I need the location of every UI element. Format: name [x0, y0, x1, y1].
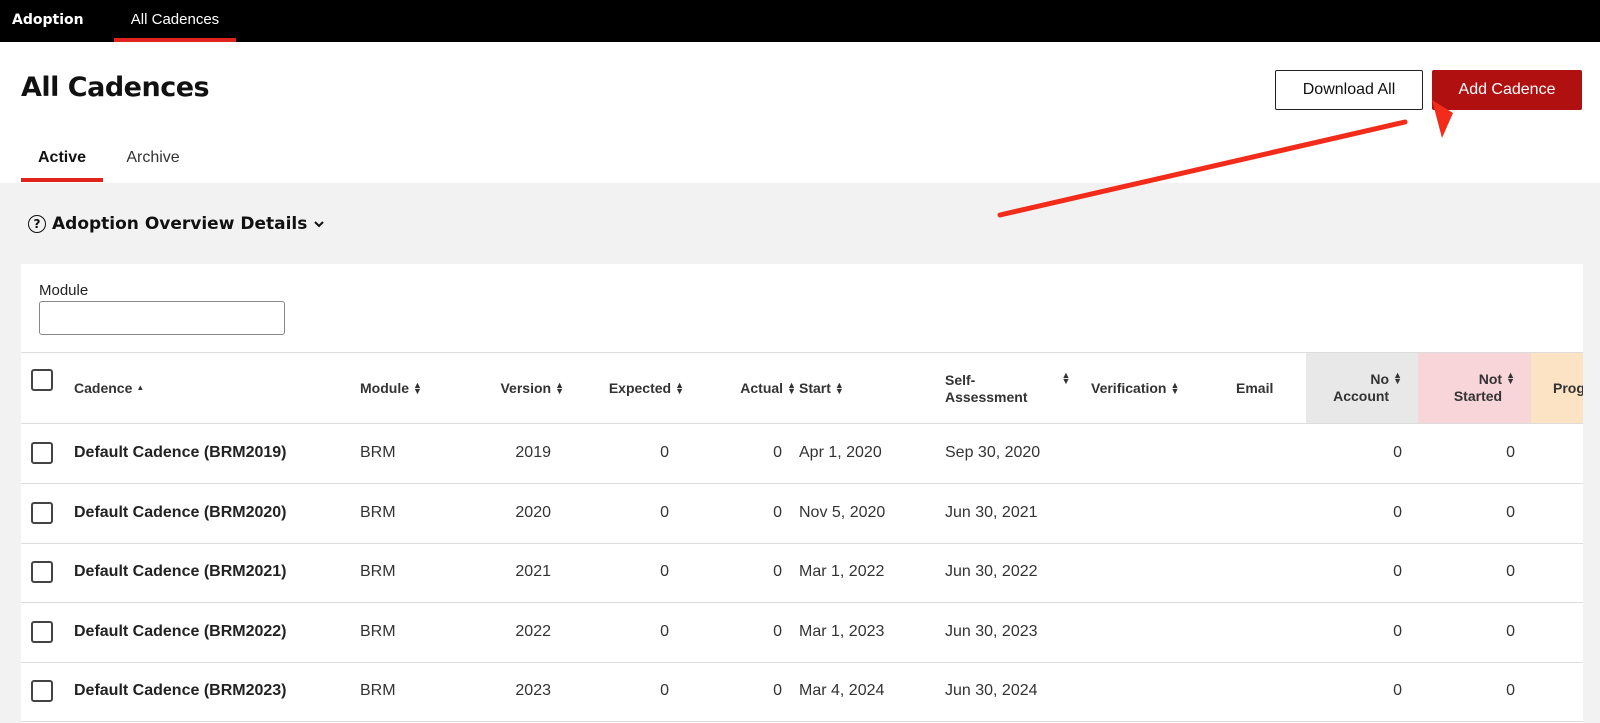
sort-icon: ▲ ▼ — [1170, 380, 1180, 396]
cell-cadence[interactable]: Default Cadence (BRM2020) — [74, 484, 354, 542]
cell-start: Nov 5, 2020 — [799, 503, 886, 521]
column-header-no-account[interactable]: No Account ▲ ▼ — [1306, 353, 1418, 423]
overview-label: Adoption Overview Details — [52, 214, 308, 234]
cell-no-account: 0 — [1393, 682, 1402, 699]
cell-cadence[interactable]: Default Cadence (BRM2019) — [74, 424, 354, 482]
adoption-overview-toggle[interactable]: ? Adoption Overview Details — [28, 214, 325, 234]
column-header-module[interactable]: Module ▲ ▼ — [360, 353, 450, 423]
cell-not-started: 0 — [1506, 563, 1515, 580]
brand-link[interactable]: Adoption — [12, 12, 84, 28]
download-all-button[interactable]: Download All — [1275, 70, 1423, 110]
row-checkbox[interactable] — [31, 620, 53, 643]
row-checkbox[interactable] — [31, 501, 53, 524]
cell-self: Jun 30, 2023 — [945, 622, 1038, 640]
tab-active[interactable]: Active — [21, 148, 103, 182]
column-header-actual[interactable]: Actual ▲ ▼ — [684, 353, 796, 423]
module-filter-label: Module — [39, 282, 89, 299]
cell-expected: 0 — [660, 622, 669, 640]
table-row[interactable]: Default Cadence (BRM2020) BRM 2020 0 0 Nov 5,… — [21, 484, 1583, 544]
cell-version: 2022 — [515, 622, 551, 640]
cell-no-account: 0 — [1393, 503, 1402, 521]
cell-start: Apr 1, 2020 — [799, 444, 882, 461]
cell-actual: 0 — [773, 444, 782, 461]
cell-module: BRM — [360, 563, 396, 580]
column-header-not-started[interactable]: Not Started ▲ ▼ — [1418, 353, 1531, 423]
cell-expected: 0 — [660, 563, 669, 580]
column-header-expected[interactable]: Expected ▲ ▼ — [564, 353, 684, 423]
cell-module: BRM — [360, 444, 396, 461]
column-header-verification[interactable]: Verification ▲ ▼ — [1091, 353, 1201, 423]
column-header-start[interactable]: Start ▲ ▼ — [799, 353, 919, 423]
row-checkbox[interactable] — [31, 680, 53, 702]
column-header-progress[interactable]: Prog — [1531, 353, 1583, 423]
row-checkbox[interactable] — [31, 561, 53, 583]
cell-expected: 0 — [660, 444, 669, 461]
table-row[interactable]: Default Cadence (BRM2023) BRM 2023 0 0 Mar 4,… — [21, 662, 1583, 722]
sort-icon: ▲ ▼ — [1061, 370, 1071, 386]
cell-module: BRM — [360, 503, 396, 521]
cell-not-started: 0 — [1506, 444, 1515, 461]
help-circle-icon: ? — [28, 215, 46, 233]
cell-actual: 0 — [773, 563, 782, 580]
module-filter-input[interactable] — [39, 301, 285, 335]
cell-cadence[interactable]: Default Cadence (BRM2023) — [74, 662, 354, 720]
cell-no-account: 0 — [1393, 563, 1402, 580]
nav-tab-all-cadences[interactable]: All Cadences — [114, 0, 236, 42]
cell-not-started: 0 — [1506, 503, 1515, 521]
cell-self: Jun 30, 2022 — [945, 563, 1038, 580]
sort-icon: ▲ ▼ — [787, 380, 796, 396]
cell-module: BRM — [360, 682, 396, 699]
table-row[interactable]: Default Cadence (BRM2019) BRM 2019 0 0 Apr 1,… — [21, 424, 1583, 484]
column-header-cadence[interactable]: Cadence ▲ — [74, 353, 274, 423]
cell-self: Jun 30, 2021 — [945, 503, 1038, 521]
cell-no-account: 0 — [1393, 444, 1402, 461]
table-row[interactable]: Default Cadence (BRM2021) BRM 2021 0 0 Mar 1,… — [21, 543, 1583, 603]
tab-archive[interactable]: Archive — [112, 148, 194, 182]
cell-version: 2021 — [515, 563, 551, 580]
cell-version: 2019 — [515, 444, 551, 461]
chevron-down-icon — [314, 221, 325, 228]
select-all-checkbox[interactable] — [31, 369, 53, 391]
sort-ascending-icon: ▲ — [136, 383, 145, 392]
cell-not-started: 0 — [1506, 682, 1515, 699]
sort-icon: ▲ ▼ — [675, 380, 684, 396]
cell-version: 2020 — [515, 503, 551, 521]
add-cadence-button[interactable]: Add Cadence — [1432, 70, 1582, 110]
cell-actual: 0 — [773, 682, 782, 699]
cell-cadence[interactable]: Default Cadence (BRM2021) — [74, 543, 354, 601]
cell-start: Mar 1, 2023 — [799, 622, 885, 640]
top-navigation-bar: Adoption All Cadences — [0, 0, 1600, 42]
column-header-self-assessment[interactable]: Self- Assessment ▲ ▼ — [945, 353, 1085, 423]
cell-expected: 0 — [660, 682, 669, 699]
page-title: All Cadences — [21, 72, 210, 103]
cadence-table-card: Module Cadence ▲ Module ▲ ▼ Version ▲ ▼ Ex… — [21, 264, 1583, 723]
sort-icon: ▲ ▼ — [1393, 370, 1402, 386]
column-header-email: Email — [1236, 380, 1274, 396]
cell-actual: 0 — [773, 622, 782, 640]
cell-not-started: 0 — [1506, 622, 1515, 640]
sort-icon: ▲ ▼ — [1506, 370, 1515, 386]
column-header-version[interactable]: Version ▲ ▼ — [451, 353, 564, 423]
cell-module: BRM — [360, 622, 396, 640]
cell-cadence[interactable]: Default Cadence (BRM2022) — [74, 603, 354, 661]
row-checkbox[interactable] — [31, 442, 53, 464]
cell-self: Sep 30, 2020 — [945, 444, 1041, 461]
cell-self: Jun 30, 2024 — [945, 682, 1038, 699]
cell-version: 2023 — [515, 682, 551, 699]
cell-start: Mar 4, 2024 — [799, 682, 885, 699]
table-row[interactable]: Default Cadence (BRM2022) BRM 2022 0 0 Mar 1,… — [21, 603, 1583, 663]
sort-icon: ▲ ▼ — [555, 380, 564, 396]
cell-actual: 0 — [773, 503, 782, 521]
cell-start: Mar 1, 2022 — [799, 563, 885, 580]
table-header: Cadence ▲ Module ▲ ▼ Version ▲ ▼ Expected … — [21, 352, 1583, 424]
cell-no-account: 0 — [1393, 622, 1402, 640]
sort-icon: ▲ ▼ — [834, 380, 844, 396]
cell-expected: 0 — [660, 503, 669, 521]
sort-icon: ▲ ▼ — [413, 380, 422, 396]
